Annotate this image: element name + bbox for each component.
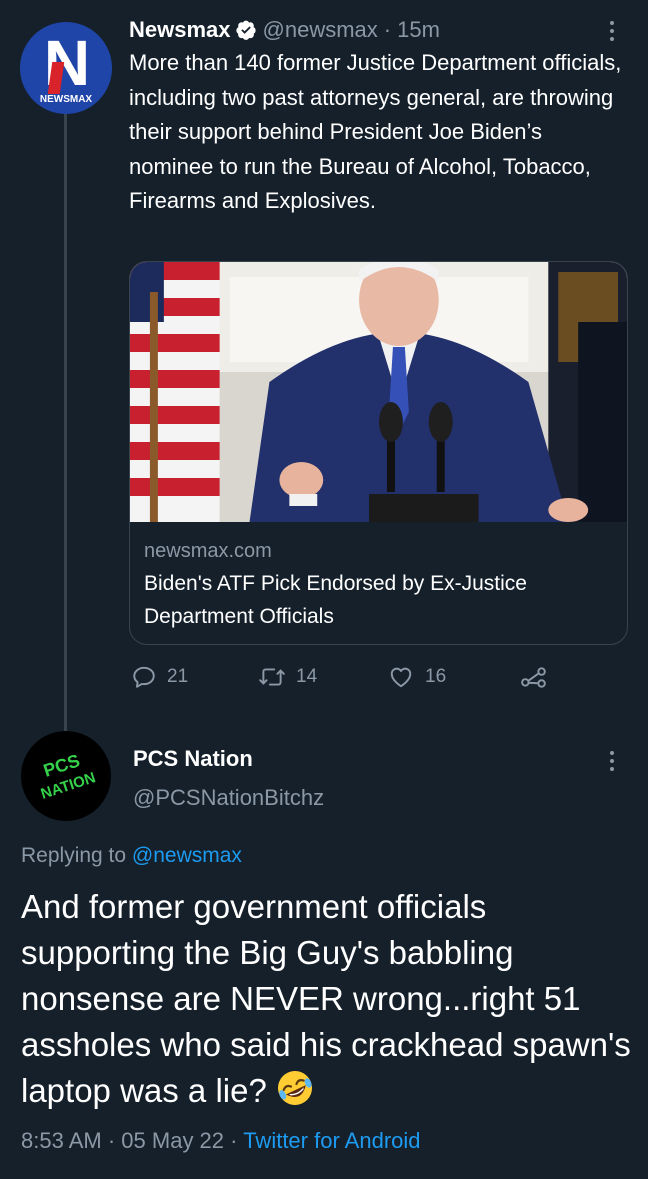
- tweet-actions: 21 14 16: [129, 664, 609, 696]
- meta-separator-2: ·: [230, 1128, 238, 1153]
- separator-dot: ·: [383, 17, 392, 42]
- share-button[interactable]: [519, 664, 549, 690]
- like-count: 16: [425, 666, 447, 687]
- tweet-text: More than 140 former Justice Department …: [129, 50, 622, 213]
- tweet-more-options-icon[interactable]: [602, 17, 622, 45]
- card-title: Biden's ATF Pick Endorsed by Ex-Justice …: [144, 572, 527, 628]
- retweet-count: 14: [296, 666, 318, 687]
- retweet-icon: [259, 668, 285, 686]
- reply-author-handle[interactable]: @PCSNationBitchz: [133, 785, 324, 811]
- like-button[interactable]: 16: [387, 664, 446, 690]
- heart-icon: [390, 667, 412, 688]
- avatar-letter: N: [43, 27, 90, 99]
- replying-to-line: Replying to @newsmax: [21, 844, 242, 868]
- article-photo: [130, 262, 627, 522]
- reply-source[interactable]: Twitter for Android: [243, 1128, 420, 1153]
- rolling-laughing-emoji-icon: [277, 1071, 312, 1105]
- reply-button[interactable]: 21: [131, 664, 188, 690]
- pcs-logo: PCS NATION: [39, 750, 98, 802]
- author-handle[interactable]: @newsmax: [263, 17, 378, 43]
- retweet-button[interactable]: 14: [258, 664, 317, 690]
- reply-icon: [133, 666, 155, 688]
- link-preview-card[interactable]: newsmax.com Biden's ATF Pick Endorsed by…: [129, 261, 628, 645]
- reply-text: And former government officials supporti…: [21, 888, 631, 1109]
- author-name[interactable]: Newsmax: [129, 17, 231, 43]
- reply-count: 21: [167, 666, 189, 687]
- reply-date[interactable]: 05 May 22: [121, 1128, 224, 1153]
- reply-author-name[interactable]: PCS Nation: [133, 746, 253, 772]
- thread-connector-line: [64, 96, 67, 732]
- reply-more-options-icon[interactable]: [602, 747, 622, 775]
- tweet-timestamp[interactable]: 15m: [397, 17, 440, 43]
- pcs-nation-avatar[interactable]: PCS NATION: [21, 731, 111, 821]
- newsmax-avatar[interactable]: N NEWSMAX: [20, 22, 112, 114]
- meta-separator-1: ·: [107, 1128, 116, 1153]
- verified-badge-icon: [235, 19, 257, 41]
- reply-text-block: And former government officials supporti…: [21, 884, 631, 1114]
- reply-time[interactable]: 8:53 AM: [21, 1128, 102, 1153]
- reply-metadata: 8:53 AM · 05 May 22 · Twitter for Androi…: [21, 1128, 421, 1154]
- share-icon: [521, 667, 546, 688]
- replying-to-label: Replying to: [21, 844, 127, 867]
- card-domain: newsmax.com: [144, 540, 272, 562]
- tweet-header: Newsmax @newsmax · 15m: [129, 14, 440, 46]
- avatar-wordmark: NEWSMAX: [39, 94, 93, 105]
- replying-to-mention[interactable]: @newsmax: [132, 844, 242, 867]
